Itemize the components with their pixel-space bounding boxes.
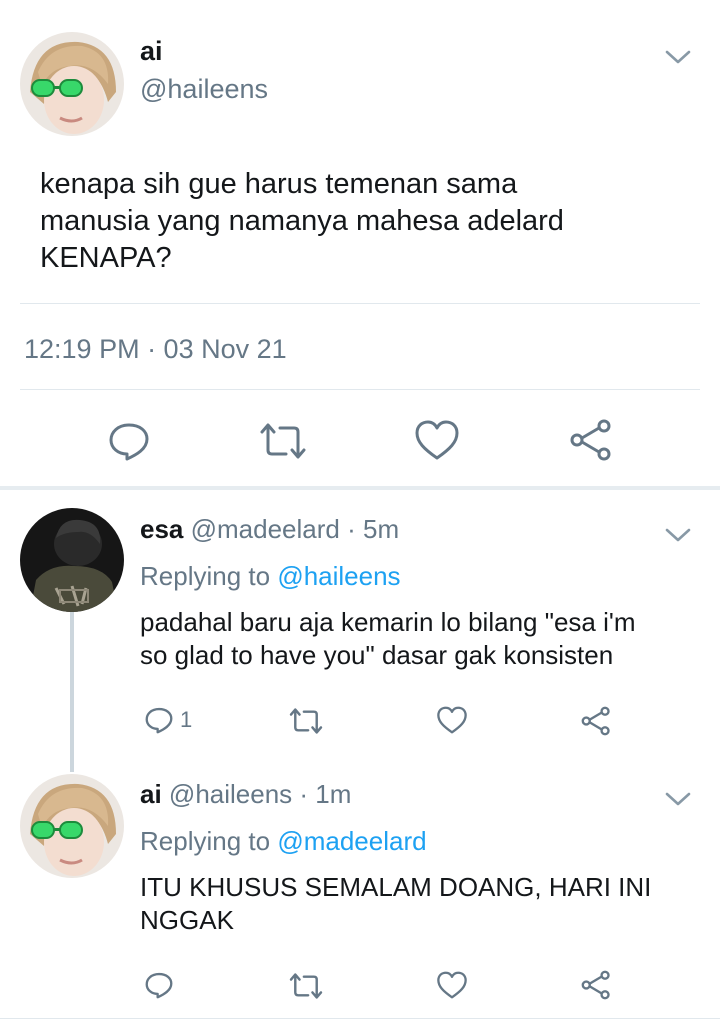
- retweet-icon: [289, 708, 323, 734]
- section-separator: [0, 486, 720, 490]
- author-handle[interactable]: @madeelard: [191, 514, 340, 544]
- reply-count: 1: [180, 707, 193, 732]
- tweet-age[interactable]: · 1m: [299, 779, 351, 809]
- reply-text: ITU KHUSUS SEMALAM DOANG, HARI INI NGGAK: [140, 871, 700, 937]
- retweet-button[interactable]: [258, 420, 308, 462]
- tweet-timestamp[interactable]: 12:19 PM · 03 Nov 21: [24, 334, 287, 365]
- replying-to: Replying to @madeelard: [140, 826, 427, 857]
- reply-icon: [145, 707, 173, 734]
- tweet-menu-button[interactable]: [664, 526, 692, 544]
- heart-icon: [437, 971, 467, 999]
- reply-icon: [109, 423, 149, 461]
- avatar-esa[interactable]: [20, 508, 124, 612]
- chevron-down-icon: [665, 792, 691, 806]
- author-name[interactable]: ai: [140, 36, 163, 67]
- divider: [20, 389, 700, 390]
- reply-button[interactable]: [144, 970, 180, 1000]
- author-name[interactable]: esa: [140, 514, 183, 544]
- tweet-text-line: manusia yang namanya mahesa adelard: [40, 205, 564, 237]
- like-button[interactable]: [414, 418, 460, 462]
- reply-text-line: ITU KHUSUS SEMALAM DOANG, HARI INI: [140, 872, 652, 902]
- avatar-ai[interactable]: [20, 774, 124, 878]
- share-icon: [581, 706, 610, 736]
- reply-header: esa @madeelard · 5m: [140, 514, 399, 545]
- like-button[interactable]: [436, 970, 468, 1000]
- author-name[interactable]: ai: [140, 779, 162, 809]
- share-icon: [570, 419, 611, 461]
- share-button[interactable]: [580, 969, 612, 1001]
- tweet-text: kenapa sih gue harus temenan sama manusi…: [40, 166, 680, 277]
- reply-icon: [145, 972, 173, 999]
- like-button[interactable]: [436, 705, 468, 735]
- divider: [20, 303, 700, 304]
- retweet-button[interactable]: [288, 706, 324, 736]
- retweet-button[interactable]: [288, 971, 324, 1001]
- replying-to-mention[interactable]: @madeelard: [277, 826, 426, 856]
- tweet-text-line: kenapa sih gue harus temenan sama: [40, 168, 518, 200]
- divider: [0, 1018, 720, 1019]
- reply-text-line: NGGAK: [140, 905, 234, 935]
- tweet-age[interactable]: · 5m: [347, 514, 399, 544]
- reply-button[interactable]: 1: [144, 705, 192, 735]
- reply-text-line: padahal baru aja kemarin lo bilang "esa …: [140, 607, 636, 637]
- replying-to-label: Replying to: [140, 561, 271, 591]
- share-icon: [581, 970, 610, 1000]
- heart-icon: [415, 420, 459, 460]
- share-button[interactable]: [580, 705, 612, 737]
- heart-icon: [437, 706, 467, 734]
- retweet-icon: [260, 423, 306, 459]
- replying-to-mention[interactable]: @haileens: [277, 561, 400, 591]
- thread-line: [70, 612, 74, 772]
- avatar-ai[interactable]: [20, 32, 124, 136]
- chevron-down-icon: [665, 50, 691, 64]
- tweet-menu-button[interactable]: [664, 48, 692, 66]
- replying-to: Replying to @haileens: [140, 561, 401, 592]
- tweet-menu-button[interactable]: [664, 790, 692, 808]
- retweet-icon: [289, 973, 323, 999]
- reply-header: ai @haileens · 1m: [140, 779, 351, 810]
- tweet-text-line: KENAPA?: [40, 242, 172, 274]
- author-handle[interactable]: @haileens: [140, 74, 268, 105]
- replying-to-label: Replying to: [140, 826, 271, 856]
- chevron-down-icon: [665, 528, 691, 542]
- reply-button[interactable]: [107, 419, 151, 463]
- share-button[interactable]: [568, 418, 614, 462]
- reply-text: padahal baru aja kemarin lo bilang "esa …: [140, 606, 700, 672]
- reply-text-line: so glad to have you" dasar gak konsisten: [140, 640, 614, 670]
- author-handle[interactable]: @haileens: [169, 779, 292, 809]
